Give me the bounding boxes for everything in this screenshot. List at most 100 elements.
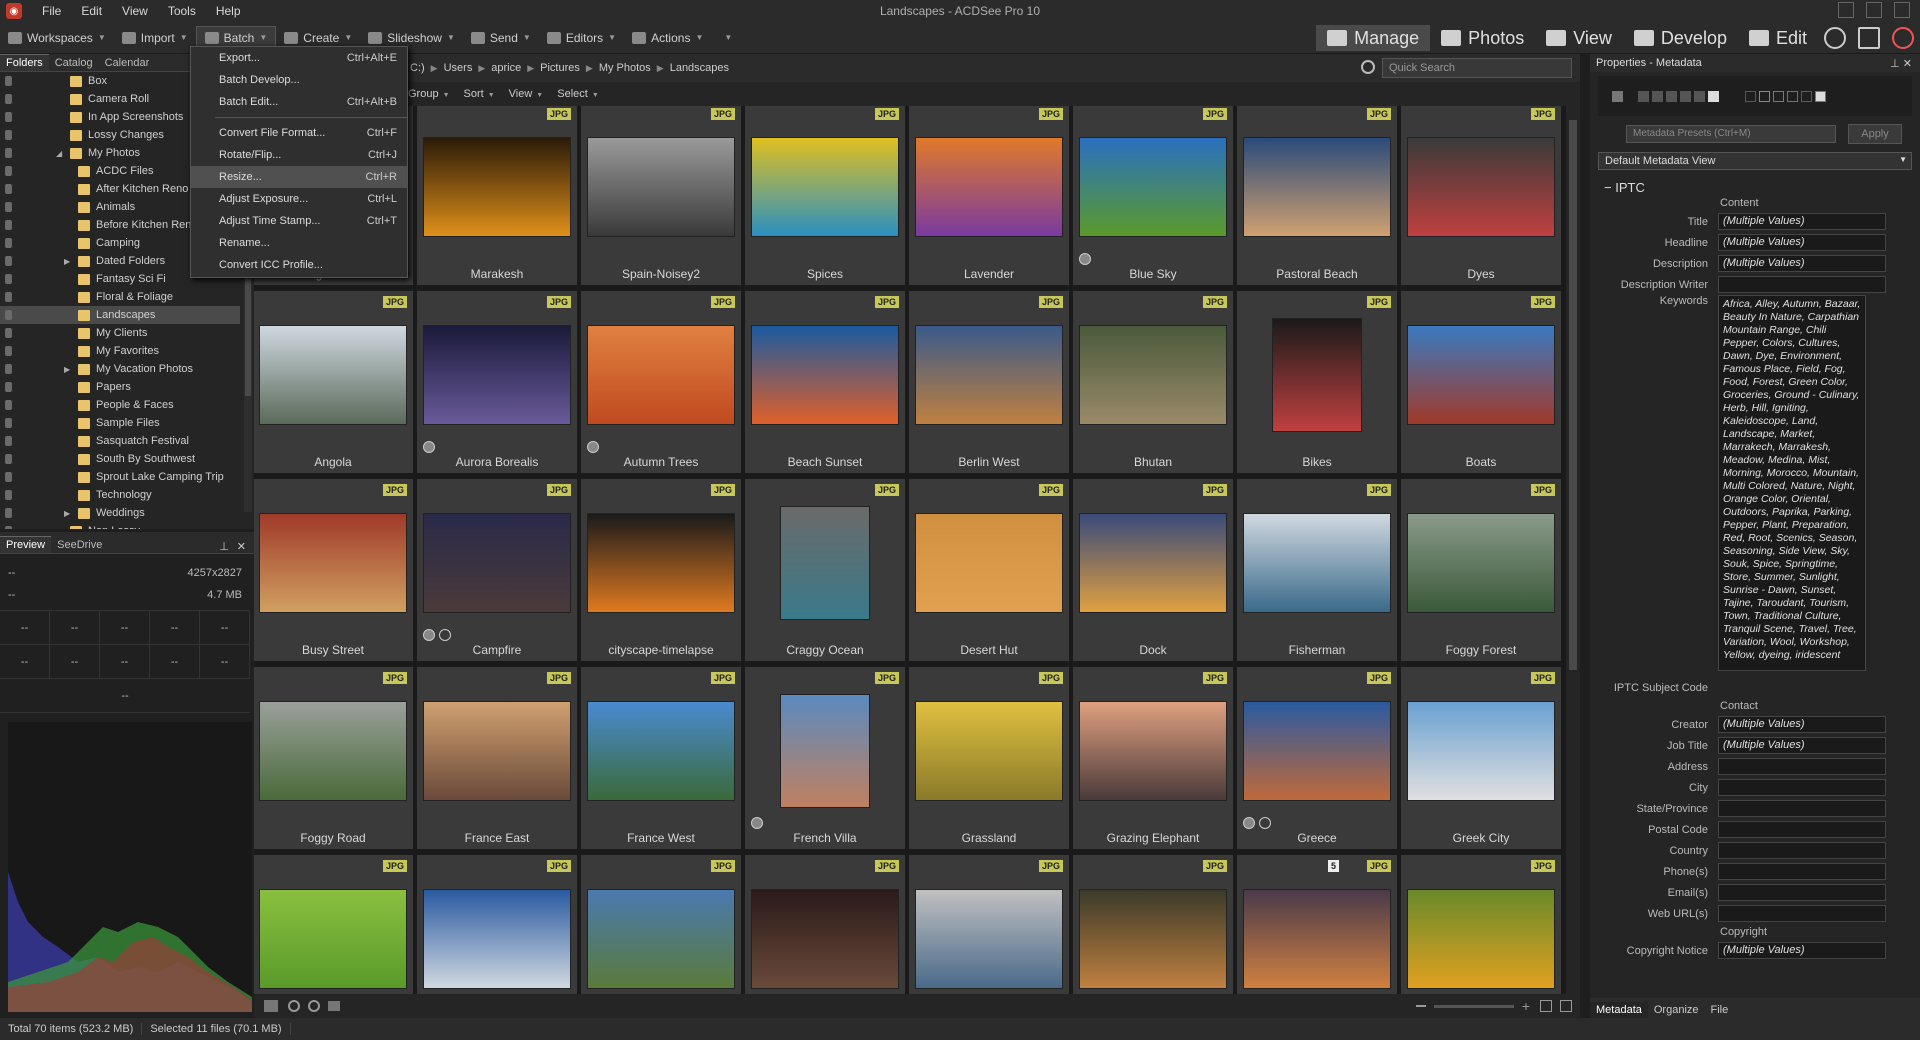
metadata-view-dropdown[interactable]: Default Metadata View ▼ xyxy=(1598,152,1912,170)
tab-calendar[interactable]: Calendar xyxy=(99,55,156,71)
thumbnail-tile[interactable]: JPG Dyes xyxy=(1400,106,1562,286)
minimize-button[interactable] xyxy=(1838,2,1854,18)
thumbnail-tile[interactable]: JPG Pastoral Beach xyxy=(1236,106,1398,286)
mode-photos[interactable]: Photos xyxy=(1430,25,1535,51)
dashboard-icon[interactable] xyxy=(1858,27,1880,49)
metadata-field[interactable] xyxy=(1718,884,1886,901)
thumbnail-tile[interactable]: JPG xyxy=(908,854,1070,994)
select-dropdown[interactable]: Select ▼ xyxy=(557,88,599,100)
tab-organize[interactable]: Organize xyxy=(1648,1002,1705,1018)
folder-row[interactable]: My Favorites xyxy=(0,342,240,360)
breadcrumb-item[interactable]: C:) xyxy=(404,62,431,74)
folder-checkbox[interactable] xyxy=(5,364,12,374)
folder-checkbox[interactable] xyxy=(5,508,12,518)
folder-checkbox[interactable] xyxy=(5,112,12,122)
thumbnail-tile[interactable]: JPG Busy Street xyxy=(254,478,414,662)
workspaces-button[interactable]: Workspaces ▼ xyxy=(0,26,114,50)
thumbnail-tile[interactable]: JPG Spices xyxy=(744,106,906,286)
folder-checkbox[interactable] xyxy=(5,400,12,410)
thumbnail-tile[interactable]: JPG Fisherman xyxy=(1236,478,1398,662)
360-icon[interactable] xyxy=(1824,27,1846,49)
color-label-green[interactable] xyxy=(1773,90,1784,102)
pin-icon[interactable]: ⊥ xyxy=(1890,58,1900,70)
pin-icon[interactable]: ⊥ xyxy=(219,540,229,553)
iptc-section-header[interactable]: − IPTC xyxy=(1590,180,1920,195)
breadcrumb-item[interactable]: My Photos xyxy=(593,62,657,74)
batch-menu-item[interactable]: Adjust Time Stamp... Ctrl+T xyxy=(191,210,407,232)
folder-row[interactable]: South By Southwest xyxy=(0,450,240,468)
breadcrumb-item[interactable]: aprice xyxy=(485,62,527,74)
chevron-right-icon[interactable]: ▶ xyxy=(64,257,70,266)
folder-checkbox[interactable] xyxy=(5,382,12,392)
thumbnail-tile[interactable]: JPG xyxy=(1072,854,1234,994)
folder-checkbox[interactable] xyxy=(5,130,12,140)
thumbnail-tile[interactable]: JPG Foggy Road xyxy=(254,666,414,850)
folder-checkbox[interactable] xyxy=(5,472,12,482)
menu-help[interactable]: Help xyxy=(206,4,251,18)
thumbnail-tile[interactable]: JPG Autumn Trees xyxy=(580,290,742,474)
metadata-field[interactable] xyxy=(1718,821,1886,838)
folder-row[interactable]: Sprout Lake Camping Trip xyxy=(0,468,240,486)
rating-1[interactable] xyxy=(1638,90,1649,102)
thumbnail-tile[interactable]: JPG 5 xyxy=(1236,854,1398,994)
thumbnail-tile[interactable]: JPG Bhutan xyxy=(1072,290,1234,474)
metadata-field[interactable] xyxy=(1718,779,1886,796)
rotate-left-icon[interactable] xyxy=(288,1000,300,1012)
batch-menu-item[interactable]: Adjust Exposure... Ctrl+L xyxy=(191,188,407,210)
menu-view[interactable]: View xyxy=(112,4,158,18)
folder-checkbox[interactable] xyxy=(5,166,12,176)
quick-search-input[interactable]: Quick Search xyxy=(1382,58,1572,78)
breadcrumb-item[interactable]: Landscapes xyxy=(664,62,735,74)
thumbnail-tile[interactable]: JPG Blue Sky xyxy=(1072,106,1234,286)
tag-checkbox[interactable] xyxy=(1612,90,1623,102)
metadata-field[interactable]: (Multiple Values) xyxy=(1718,716,1886,733)
toolbar-overflow-button[interactable]: ▼ xyxy=(711,26,740,50)
folder-row[interactable]: Technology xyxy=(0,486,240,504)
folder-row[interactable]: Floral & Foliage xyxy=(0,288,240,306)
copyright-notice-field[interactable]: (Multiple Values) xyxy=(1718,942,1886,959)
mode-view[interactable]: View xyxy=(1535,25,1623,51)
breadcrumb-item[interactable]: Pictures xyxy=(534,62,586,74)
group-dropdown[interactable]: Group ▼ xyxy=(408,88,450,100)
menu-tools[interactable]: Tools xyxy=(158,4,206,18)
tab-file[interactable]: File xyxy=(1705,1002,1735,1018)
thumbnail-tile[interactable]: JPG xyxy=(1400,854,1562,994)
mode-develop[interactable]: Develop xyxy=(1623,25,1738,51)
folder-checkbox[interactable] xyxy=(5,256,12,266)
keywords-field[interactable]: Africa, Alley, Autumn, Bazaar, Beauty In… xyxy=(1718,295,1866,671)
batch-menu-item[interactable]: Resize... Ctrl+R xyxy=(191,166,407,188)
import-button[interactable]: Import ▼ xyxy=(114,26,196,50)
rotate-right-icon[interactable] xyxy=(308,1000,320,1012)
batch-menu-item[interactable]: Rename... xyxy=(191,232,407,254)
batch-menu-item[interactable]: Batch Edit... Ctrl+Alt+B xyxy=(191,91,407,113)
mode-edit[interactable]: Edit xyxy=(1738,25,1818,51)
rating-5[interactable] xyxy=(1694,90,1705,102)
folder-row[interactable]: Papers xyxy=(0,378,240,396)
thumbnail-tile[interactable]: JPG xyxy=(416,854,578,994)
thumbnail-tile[interactable]: JPG Angola xyxy=(254,290,414,474)
view-mode-icon[interactable] xyxy=(1540,1000,1552,1012)
metadata-field[interactable]: (Multiple Values) xyxy=(1718,737,1886,754)
thumbnail-tile[interactable]: JPG France West xyxy=(580,666,742,850)
breadcrumb-item[interactable]: Users xyxy=(438,62,479,74)
metadata-field[interactable] xyxy=(1718,863,1886,880)
thumbnail-tile[interactable]: JPG Dock xyxy=(1072,478,1234,662)
metadata-presets-dropdown[interactable]: Metadata Presets (Ctrl+M) xyxy=(1626,125,1836,143)
notifications-icon[interactable] xyxy=(1892,27,1914,49)
tab-folders[interactable]: Folders xyxy=(0,54,49,71)
close-icon[interactable]: ✕ xyxy=(1903,58,1912,70)
folder-checkbox[interactable] xyxy=(5,202,12,212)
folder-row[interactable]: My Clients xyxy=(0,324,240,342)
maximize-button[interactable] xyxy=(1866,2,1882,18)
metadata-field[interactable] xyxy=(1718,842,1886,859)
folder-row[interactable]: Sasquatch Festival xyxy=(0,432,240,450)
rating-4[interactable] xyxy=(1680,90,1691,102)
apply-button[interactable]: Apply xyxy=(1848,124,1902,144)
folder-checkbox[interactable] xyxy=(5,148,12,158)
zoom-out-icon[interactable] xyxy=(1415,1005,1426,1007)
thumbnail-tile[interactable]: JPG French Villa xyxy=(744,666,906,850)
batch-menu-item[interactable]: Batch Develop... xyxy=(191,69,407,91)
color-label-purple[interactable] xyxy=(1801,90,1812,102)
view-dropdown[interactable]: View ▼ xyxy=(509,88,544,100)
sort-dropdown[interactable]: Sort ▼ xyxy=(464,88,495,100)
